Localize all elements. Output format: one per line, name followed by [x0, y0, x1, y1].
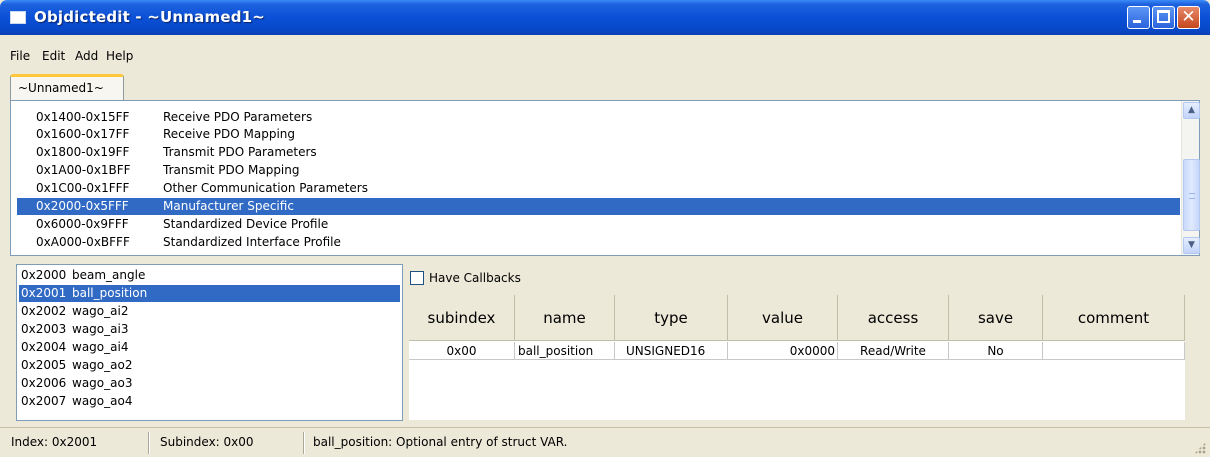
- subindex-grid[interactable]: subindex name type value access save com…: [409, 295, 1185, 420]
- menu-help[interactable]: Help: [106, 49, 133, 63]
- have-callbacks-label: Have Callbacks: [429, 271, 521, 285]
- range-code: 0x1C00-0x1FFF: [36, 181, 130, 195]
- index-name: wago_ao4: [72, 394, 133, 408]
- cell-name[interactable]: ball_position: [515, 342, 615, 360]
- range-name: Manufacturer Specific: [163, 199, 294, 213]
- index-code: 0x2003: [21, 322, 67, 336]
- range-row-selected[interactable]: 0x2000-0x5FFF Manufacturer Specific: [17, 198, 1180, 215]
- index-name: wago_ai3: [72, 322, 129, 336]
- status-divider: [148, 432, 150, 454]
- range-code: 0x1600-0x17FF: [36, 127, 130, 141]
- tab-unnamed1[interactable]: ~Unnamed1~: [10, 74, 124, 100]
- index-name: ball_position: [72, 286, 148, 300]
- cell-subindex[interactable]: 0x00: [409, 342, 515, 360]
- list-item-selected[interactable]: 0x2001 ball_position: [19, 285, 400, 302]
- list-item[interactable]: 0x2003 wago_ai3: [19, 321, 400, 338]
- index-name: wago_ao2: [72, 358, 133, 372]
- index-code: 0x2000: [21, 268, 67, 282]
- minimize-button[interactable]: [1127, 6, 1150, 29]
- grip-icon: [1189, 193, 1195, 199]
- list-item[interactable]: 0x2000 beam_angle: [19, 267, 400, 284]
- column-header-type[interactable]: type: [615, 295, 728, 341]
- cell-comment[interactable]: [1043, 342, 1185, 360]
- vertical-scrollbar[interactable]: ▲ ▼: [1181, 101, 1200, 255]
- column-header-subindex[interactable]: subindex: [409, 295, 515, 341]
- range-name: Other Communication Parameters: [163, 181, 368, 195]
- menu-file[interactable]: File: [10, 49, 30, 63]
- range-row[interactable]: 0x1800-0x19FF Transmit PDO Parameters: [17, 144, 1180, 161]
- range-row[interactable]: 0x1A00-0x1BFF Transmit PDO Mapping: [17, 162, 1180, 179]
- range-name: Receive PDO Parameters: [163, 110, 313, 124]
- index-code: 0x2004: [21, 340, 67, 354]
- range-name: Standardized Interface Profile: [163, 235, 341, 249]
- column-header-comment[interactable]: comment: [1043, 295, 1185, 341]
- chevron-up-icon: ▲: [1188, 105, 1195, 115]
- range-code: 0x6000-0x9FFF: [36, 217, 129, 231]
- range-row[interactable]: 0x1600-0x17FF Receive PDO Mapping: [17, 126, 1180, 143]
- maximize-icon: [1157, 10, 1170, 23]
- column-header-value[interactable]: value: [728, 295, 838, 341]
- checkbox-icon[interactable]: [410, 271, 424, 285]
- list-item[interactable]: 0x2007 wago_ao4: [19, 393, 400, 410]
- index-name: wago_ao3: [72, 376, 133, 390]
- index-code: 0x2001: [21, 286, 67, 300]
- maximize-button[interactable]: [1152, 6, 1175, 29]
- status-message: ball_position: Optional entry of struct …: [313, 435, 568, 449]
- range-code: 0xA000-0xBFFF: [36, 235, 130, 249]
- cell-save[interactable]: No: [949, 342, 1043, 360]
- chevron-down-icon: ▼: [1188, 240, 1195, 250]
- index-code: 0x2007: [21, 394, 67, 408]
- index-code: 0x2002: [21, 304, 67, 318]
- list-item[interactable]: 0x2006 wago_ao3: [19, 375, 400, 392]
- column-header-access[interactable]: access: [838, 295, 949, 341]
- range-name: Transmit PDO Parameters: [163, 145, 317, 159]
- status-divider: [303, 432, 305, 454]
- index-list[interactable]: 0x2000 beam_angle 0x2001 ball_position 0x2…: [16, 264, 403, 421]
- range-code: 0x2000-0x5FFF: [36, 199, 129, 213]
- cell-type[interactable]: UNSIGNED16: [615, 342, 728, 360]
- status-bar: Index: 0x2001 Subindex: 0x00 ball_positi…: [0, 427, 1210, 457]
- menu-bar: File Edit Add Help: [0, 46, 1210, 68]
- window-title: Objdictedit - ~Unnamed1~: [34, 8, 266, 26]
- range-row[interactable]: 0x1400-0x15FF Receive PDO Parameters: [17, 109, 1180, 126]
- range-row[interactable]: 0x1C00-0x1FFF Other Communication Paramet…: [17, 180, 1180, 197]
- close-icon: ✕: [1181, 7, 1196, 27]
- range-code: 0x1800-0x19FF: [36, 145, 130, 159]
- menu-edit[interactable]: Edit: [42, 49, 65, 63]
- range-name: Receive PDO Mapping: [163, 127, 296, 141]
- index-name: wago_ai4: [72, 340, 129, 354]
- index-name: beam_angle: [72, 268, 146, 282]
- range-row[interactable]: 0x6000-0x9FFF Standardized Device Profile: [17, 216, 1180, 233]
- column-header-name[interactable]: name: [515, 295, 615, 341]
- range-code: 0x1A00-0x1BFF: [36, 163, 131, 177]
- scroll-up-button[interactable]: ▲: [1183, 102, 1200, 119]
- resize-grip-icon[interactable]: [1194, 442, 1206, 454]
- menu-add[interactable]: Add: [75, 49, 98, 63]
- scroll-thumb[interactable]: [1183, 159, 1200, 231]
- range-code: 0x1400-0x15FF: [36, 110, 130, 124]
- app-icon: [10, 11, 26, 24]
- range-row[interactable]: 0xA000-0xBFFF Standardized Interface Prof…: [17, 234, 1180, 251]
- range-name: Transmit PDO Mapping: [163, 163, 300, 177]
- status-index: Index: 0x2001: [11, 435, 98, 449]
- list-item[interactable]: 0x2002 wago_ai2: [19, 303, 400, 320]
- title-bar[interactable]: Objdictedit - ~Unnamed1~ ✕: [0, 0, 1210, 35]
- cell-value[interactable]: 0x0000: [728, 342, 838, 360]
- list-item[interactable]: 0x2005 wago_ao2: [19, 357, 400, 374]
- range-name: Standardized Device Profile: [163, 217, 329, 231]
- index-name: wago_ai2: [72, 304, 129, 318]
- column-header-save[interactable]: save: [949, 295, 1043, 341]
- status-subindex: Subindex: 0x00: [160, 435, 254, 449]
- cell-access[interactable]: Read/Write: [838, 342, 949, 360]
- minimize-icon: [1133, 20, 1141, 23]
- scroll-down-button[interactable]: ▼: [1183, 237, 1200, 254]
- index-code: 0x2005: [21, 358, 67, 372]
- close-button[interactable]: ✕: [1177, 6, 1200, 29]
- index-range-list[interactable]: 0x1400-0x15FF Receive PDO Parameters 0x16…: [10, 100, 1200, 256]
- index-code: 0x2006: [21, 376, 67, 390]
- list-item[interactable]: 0x2004 wago_ai4: [19, 339, 400, 356]
